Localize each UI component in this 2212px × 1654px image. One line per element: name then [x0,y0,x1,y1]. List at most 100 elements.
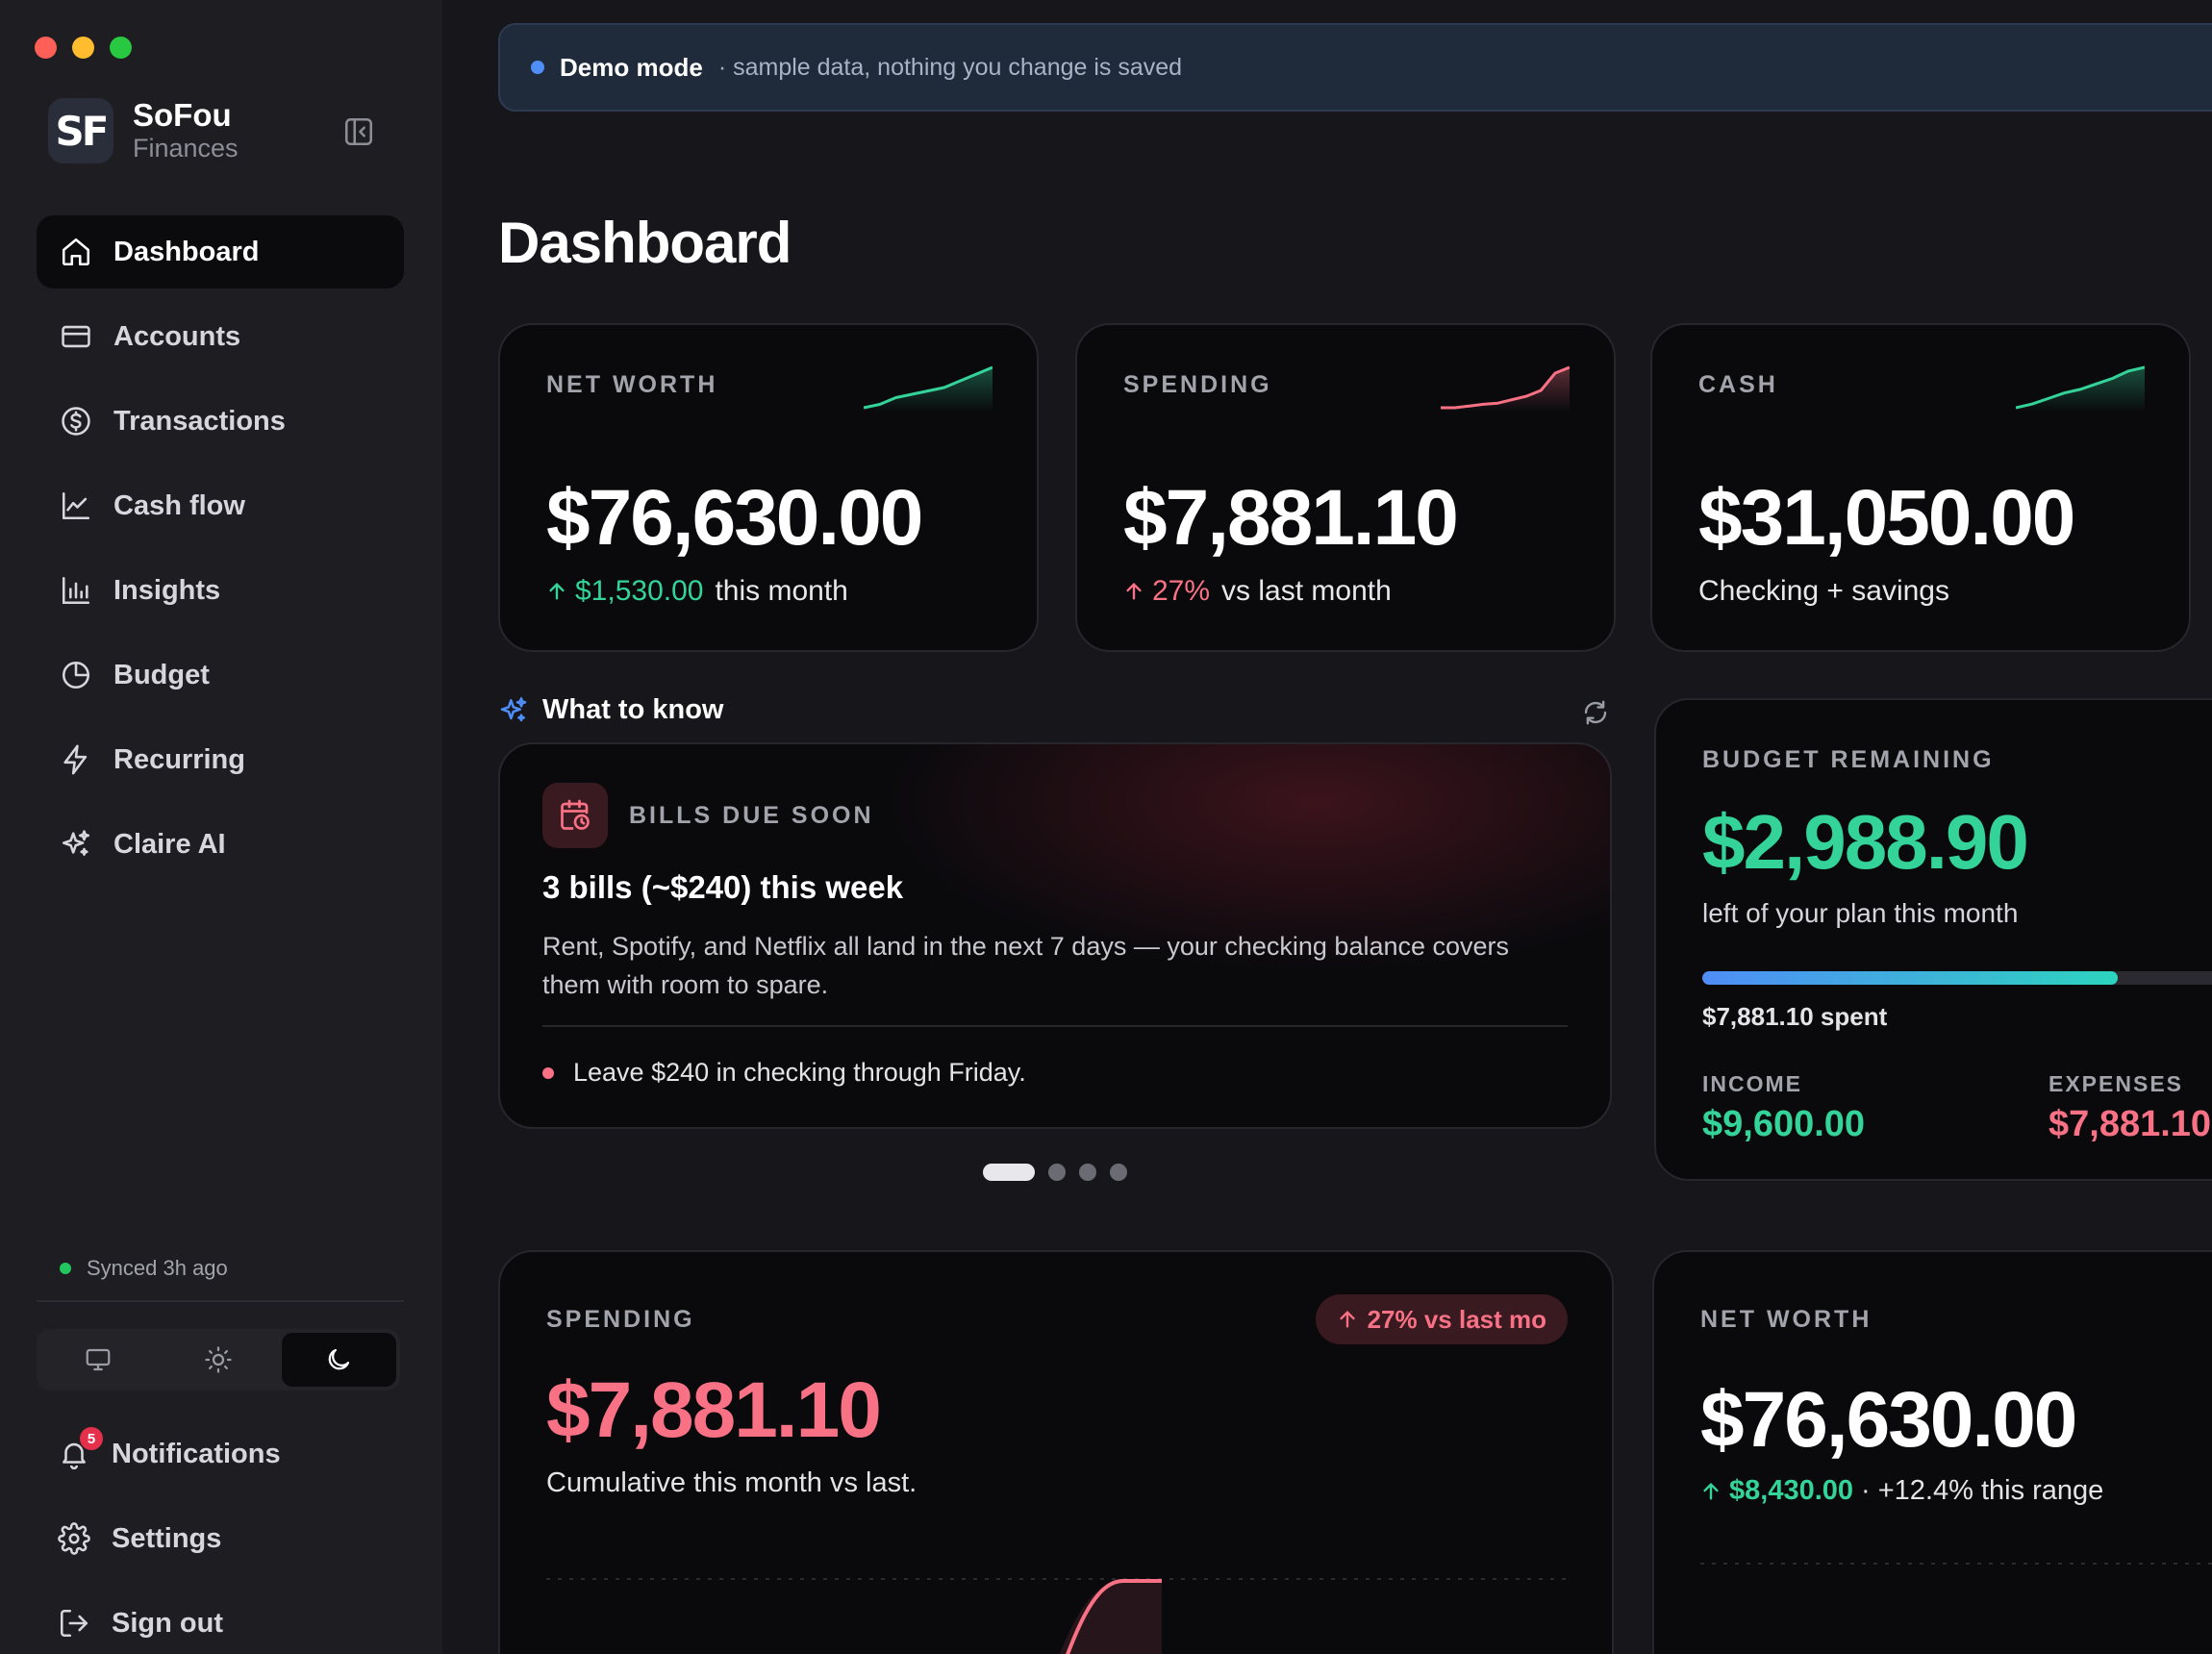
kpi-delta: $1,530.00 [546,575,703,608]
insight-kicker: BILLS DUE SOON [629,802,874,829]
sidebar-item-insights[interactable]: Insights [37,554,404,627]
kpi-label: SPENDING [1123,371,1272,398]
calendar-clock-icon [561,799,590,830]
app-window: SF SoFou Finances Dashboard Accounts Tra… [0,0,2212,1654]
sidebar-item-label: Budget [113,659,210,690]
sidebar-item-label: Notifications [112,1438,281,1469]
carousel-dot-4[interactable] [1110,1164,1127,1181]
sidebar-item-budget[interactable]: Budget [37,639,404,712]
sidebar-item-transactions[interactable]: Transactions [37,385,404,458]
demo-mode-dot [531,61,544,74]
kpi-subtitle-text: Checking + savings [1698,575,1949,607]
page-title: Dashboard [498,211,792,275]
sun-icon [205,1346,232,1373]
what-to-know-title: What to know [542,694,724,725]
kpi-subtitle: Checking + savings [1698,575,1949,608]
spending-change-text: 27% vs last mo [1367,1304,1546,1334]
carousel-dot-1[interactable] [983,1164,1035,1181]
net-worth-card-label: NET WORTH [1700,1306,1873,1333]
collapse-sidebar-icon[interactable] [342,115,375,148]
budget-progress-bar [1702,971,2212,985]
kpi-card-spending[interactable]: SPENDING $7,881.10 27% vs last month [1075,323,1616,652]
carousel-dot-3[interactable] [1079,1164,1096,1181]
spending-cumulative-chart [546,1578,1570,1654]
insight-card[interactable]: BILLS DUE SOON 3 bills (~$240) this week… [498,742,1612,1129]
net-worth-detail-card[interactable]: NET WORTH $76,630.00 $8,430.00 · +12.4% … [1652,1250,2212,1654]
carousel-dot-2[interactable] [1048,1164,1066,1181]
theme-light-button[interactable] [161,1333,275,1387]
insight-body: Rent, Spotify, and Netflix all land in t… [542,932,1510,999]
kpi-card-cash[interactable]: CASH $31,050.00 Checking + savings [1650,323,2191,652]
sparkline-spending [1441,365,1570,412]
kpi-value: $7,881.10 [1123,474,1459,562]
sidebar-item-settings[interactable]: Settings [37,1502,404,1575]
moon-icon [329,1348,350,1370]
brand-name: SoFou [133,97,232,133]
expenses-value: $7,881.10 [2049,1104,2212,1144]
sidebar-item-accounts[interactable]: Accounts [37,300,404,373]
sidebar-nav: Dashboard Accounts Transactions Cash flo… [37,215,404,892]
demo-mode-title: Demo mode [560,52,703,82]
insight-divider [542,1025,1568,1027]
spending-card-subtitle: Cumulative this month vs last. [546,1467,917,1498]
sidebar-item-label: Cash flow [113,489,245,521]
sidebar-item-dashboard[interactable]: Dashboard [37,215,404,288]
brand-logo: SF [48,98,113,163]
sign-out-icon [60,1609,88,1638]
brand: SF SoFou Finances [48,98,239,163]
sidebar-item-label: Accounts [113,320,241,352]
sidebar-item-label: Sign out [112,1607,223,1639]
budget-spent: $7,881.10 spent [1702,1002,1888,1031]
net-worth-chart [1700,1563,2212,1565]
sidebar-item-label: Claire AI [113,828,226,860]
kpi-delta-suffix: this month [715,575,848,607]
net-worth-card-subtitle: $8,430.00 · +12.4% this range [1700,1475,2103,1507]
sidebar-item-claire-ai[interactable]: Claire AI [37,808,404,881]
kpi-label: CASH [1698,371,1778,398]
arrow-up-icon [1126,582,1142,600]
line-chart-icon [62,491,90,520]
monitor-icon [86,1348,111,1371]
brand-subtitle: Finances [133,134,239,163]
what-to-know-heading: What to know [498,694,723,726]
kpi-subtitle: 27% vs last month [1123,575,1392,608]
sidebar-item-label: Insights [113,574,221,606]
budget-label: BUDGET REMAINING [1702,746,1995,773]
home-icon [62,238,90,266]
insight-tip: Leave $240 in checking through Friday. [542,1058,1026,1088]
bolt-icon [63,744,88,775]
sync-status-dot [60,1263,71,1274]
sync-status: Synced 3h ago [60,1256,228,1281]
sidebar: SF SoFou Finances Dashboard Accounts Tra… [0,0,442,1654]
sidebar-item-label: Dashboard [113,236,260,267]
refresh-icon[interactable] [1581,698,1610,727]
arrow-up-icon [1703,1482,1719,1500]
sidebar-item-cash-flow[interactable]: Cash flow [37,469,404,542]
sidebar-item-label: Transactions [113,405,286,437]
notification-count-badge: 5 [80,1427,103,1450]
kpi-subtitle: $1,530.00 this month [546,575,848,608]
spending-card-value: $7,881.10 [546,1366,882,1454]
window-controls [35,37,132,59]
net-worth-card-value: $76,630.00 [1700,1376,2077,1464]
minimize-window-button[interactable] [72,37,94,59]
sidebar-item-notifications[interactable]: 5 Notifications [37,1417,404,1491]
theme-system-button[interactable] [40,1333,155,1387]
insight-tip-bullet [542,1066,554,1079]
sidebar-item-sign-out[interactable]: Sign out [37,1587,404,1654]
sidebar-bottom-nav: 5 Notifications Settings Sign out [37,1417,404,1654]
pie-chart-icon [62,661,90,689]
sidebar-item-label: Recurring [113,743,245,775]
budget-remaining-card[interactable]: BUDGET REMAINING $2,988.90 left of your … [1654,698,2212,1181]
kpi-label: NET WORTH [546,371,718,398]
spending-detail-card[interactable]: SPENDING 27% vs last mo $7,881.10 Cumula… [498,1250,1614,1654]
sparkles-icon [62,830,90,856]
theme-dark-button[interactable] [281,1333,396,1387]
sidebar-item-recurring[interactable]: Recurring [37,723,404,796]
close-window-button[interactable] [35,37,57,59]
zoom-window-button[interactable] [110,37,132,59]
kpi-delta-suffix: vs last month [1221,575,1392,607]
demo-mode-banner: Demo mode · sample data, nothing you cha… [498,23,2212,112]
dollar-circle-icon [62,407,90,436]
kpi-card-net-worth[interactable]: NET WORTH $76,630.00 $1,530.00 this mont… [498,323,1039,652]
